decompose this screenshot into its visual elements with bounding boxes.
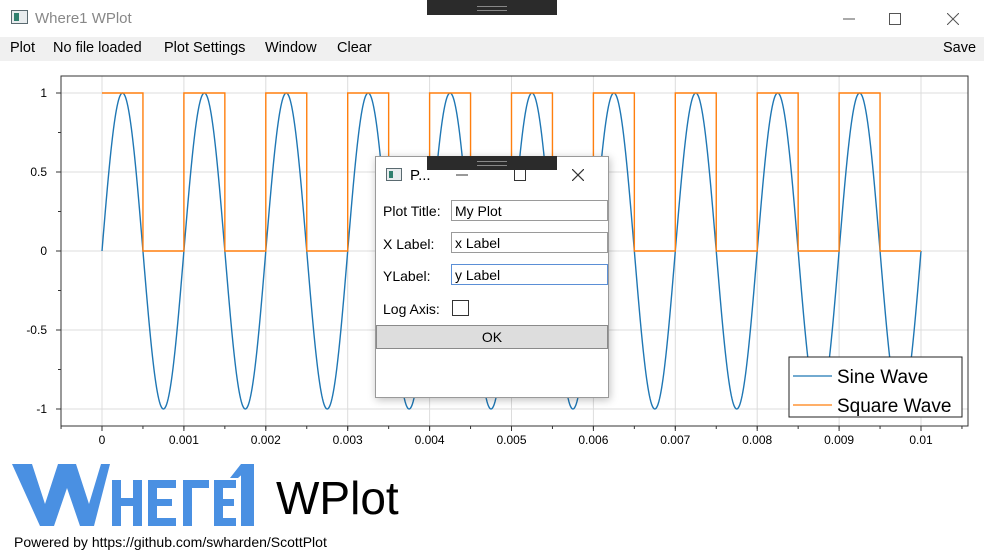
plot-title-input[interactable] (451, 200, 608, 221)
x-tick-label: 0.007 (660, 433, 690, 447)
log-axis-checkbox[interactable] (452, 300, 469, 316)
x-tick-label: 0 (99, 433, 106, 447)
x-tick-label: 0.001 (169, 433, 199, 447)
maximize-icon (514, 169, 526, 181)
y-tick-label: -0.5 (26, 323, 47, 337)
x-tick-label: 0.002 (251, 433, 281, 447)
y-tick-label: 0 (40, 244, 47, 258)
y-tick-label: 0.5 (30, 165, 47, 179)
legend-label-sine: Sine Wave (837, 367, 928, 388)
menu-plot-settings[interactable]: Plot Settings (164, 40, 245, 56)
minimize-button[interactable] (826, 6, 872, 32)
menu-bar: Plot No file loaded Plot Settings Window… (0, 37, 984, 61)
close-icon (947, 13, 959, 25)
window-drag-handle[interactable] (427, 0, 557, 15)
x-tick-label: 0.01 (909, 433, 933, 447)
dialog-close-button[interactable] (564, 164, 592, 186)
x-tick-label: 0.004 (415, 433, 445, 447)
minimize-icon (456, 174, 468, 176)
y-tick-label: 1 (40, 86, 47, 100)
dialog-app-icon (386, 168, 402, 181)
dialog-drag-handle[interactable] (427, 156, 557, 170)
y-label-input[interactable] (451, 264, 608, 285)
plot-title-label: Plot Title: (383, 203, 441, 219)
maximize-icon (889, 13, 901, 25)
close-button[interactable] (930, 6, 976, 32)
menu-save[interactable]: Save (943, 40, 976, 56)
close-icon (572, 169, 584, 181)
where1-logo (12, 464, 254, 526)
maximize-button[interactable] (872, 6, 918, 32)
plot-legend: Sine Wave Square Wave (788, 356, 963, 418)
x-label-label: X Label: (383, 236, 435, 252)
legend-label-square: Square Wave (837, 396, 951, 417)
x-label-input[interactable] (451, 232, 608, 253)
menu-file-status[interactable]: No file loaded (53, 40, 142, 56)
minimize-icon (843, 18, 855, 20)
y-label-label: YLabel: (383, 268, 431, 284)
x-tick-label: 0.006 (578, 433, 608, 447)
powered-by-footer: Powered by https://github.com/swharden/S… (14, 534, 327, 550)
y-tick-label: -1 (36, 402, 47, 416)
plot-settings-dialog: P... Plot Title: X Label: YLabel: Log Ax… (375, 156, 609, 398)
log-axis-label: Log Axis: (383, 301, 440, 317)
menu-window[interactable]: Window (265, 40, 317, 56)
ok-button[interactable]: OK (376, 325, 608, 349)
app-icon (11, 10, 28, 24)
x-tick-label: 0.009 (824, 433, 854, 447)
x-tick-label: 0.008 (742, 433, 772, 447)
menu-clear[interactable]: Clear (337, 40, 372, 56)
app-name: WPlot (276, 472, 399, 524)
x-tick-label: 0.003 (333, 433, 363, 447)
window-title: Where1 WPlot (35, 10, 132, 27)
menu-plot[interactable]: Plot (10, 40, 35, 56)
x-tick-label: 0.005 (496, 433, 526, 447)
